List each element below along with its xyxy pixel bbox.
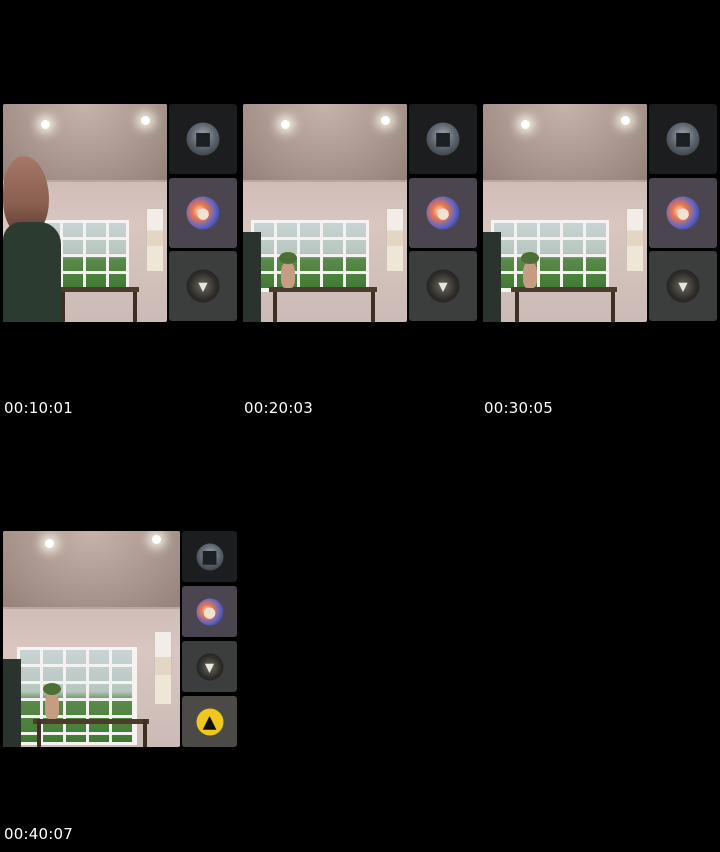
cartoon-character-icon: ● (196, 598, 223, 625)
frame-timestamp: 00:30:05 (484, 399, 553, 417)
room-window (251, 220, 369, 292)
person-dark-icon: ■ (186, 122, 220, 156)
room-table (33, 719, 149, 724)
main-video-feed[interactable] (3, 104, 167, 322)
dark-logo-icon: ▼ (666, 269, 700, 303)
vase (45, 693, 59, 719)
room-table (57, 287, 139, 292)
plant (521, 252, 539, 264)
dark-logo-icon: ▼ (186, 269, 220, 303)
cartoon-character-icon: ● (186, 196, 220, 230)
participant-tile[interactable]: ▲ (182, 696, 237, 747)
ceiling-light (45, 539, 54, 548)
plant (279, 252, 297, 264)
dark-logo-icon: ▼ (426, 269, 460, 303)
ceiling-light (381, 116, 390, 125)
participant-tile[interactable]: ▼ (409, 251, 477, 321)
ceiling-light (621, 116, 630, 125)
vase (523, 262, 537, 288)
participant-tile[interactable]: ● (649, 178, 717, 248)
participant-tile[interactable]: ▼ (182, 641, 237, 692)
person-dark-icon: ■ (196, 543, 223, 570)
frame-timestamp: 00:20:03 (244, 399, 313, 417)
main-video-feed[interactable] (3, 531, 180, 747)
participant-tile[interactable]: ▼ (169, 251, 237, 321)
room-ceiling (483, 104, 647, 180)
wall-poster (626, 208, 644, 272)
person-dark-icon: ■ (426, 122, 460, 156)
ceiling-light (152, 535, 161, 544)
participant-tile[interactable]: ■ (409, 104, 477, 174)
participant-tile[interactable]: ● (182, 586, 237, 637)
person-shoulder-edge (243, 232, 261, 322)
room-window (491, 220, 609, 292)
dark-logo-icon: ▼ (196, 653, 223, 680)
person-shoulder-edge (3, 659, 21, 747)
frame-timestamp: 00:10:01 (4, 399, 73, 417)
participant-tile[interactable]: ■ (649, 104, 717, 174)
participant-tile[interactable]: ■ (182, 531, 237, 582)
cartoon-character-icon: ● (666, 196, 700, 230)
ceiling-light (141, 116, 150, 125)
ceiling-light (281, 120, 290, 129)
ceiling-light (41, 120, 50, 129)
participant-tile[interactable]: ● (169, 178, 237, 248)
plant (43, 683, 61, 695)
wall-poster (386, 208, 404, 272)
person-dark-icon: ■ (666, 122, 700, 156)
gorilla-icon: ▲ (196, 708, 223, 735)
ceiling-light (521, 120, 530, 129)
person-shoulder-edge (483, 232, 501, 322)
participant-tile[interactable]: ■ (169, 104, 237, 174)
main-video-feed[interactable] (483, 104, 647, 322)
wall-poster (154, 631, 172, 705)
main-video-feed[interactable] (243, 104, 407, 322)
vase (281, 262, 295, 288)
participant-tile[interactable]: ▼ (649, 251, 717, 321)
participant-tile[interactable]: ● (409, 178, 477, 248)
wall-poster (146, 208, 164, 272)
room-ceiling (243, 104, 407, 180)
room-window (17, 647, 137, 745)
cartoon-character-icon: ● (426, 196, 460, 230)
participant-person (3, 156, 61, 322)
frame-timestamp: 00:40:07 (4, 825, 73, 843)
